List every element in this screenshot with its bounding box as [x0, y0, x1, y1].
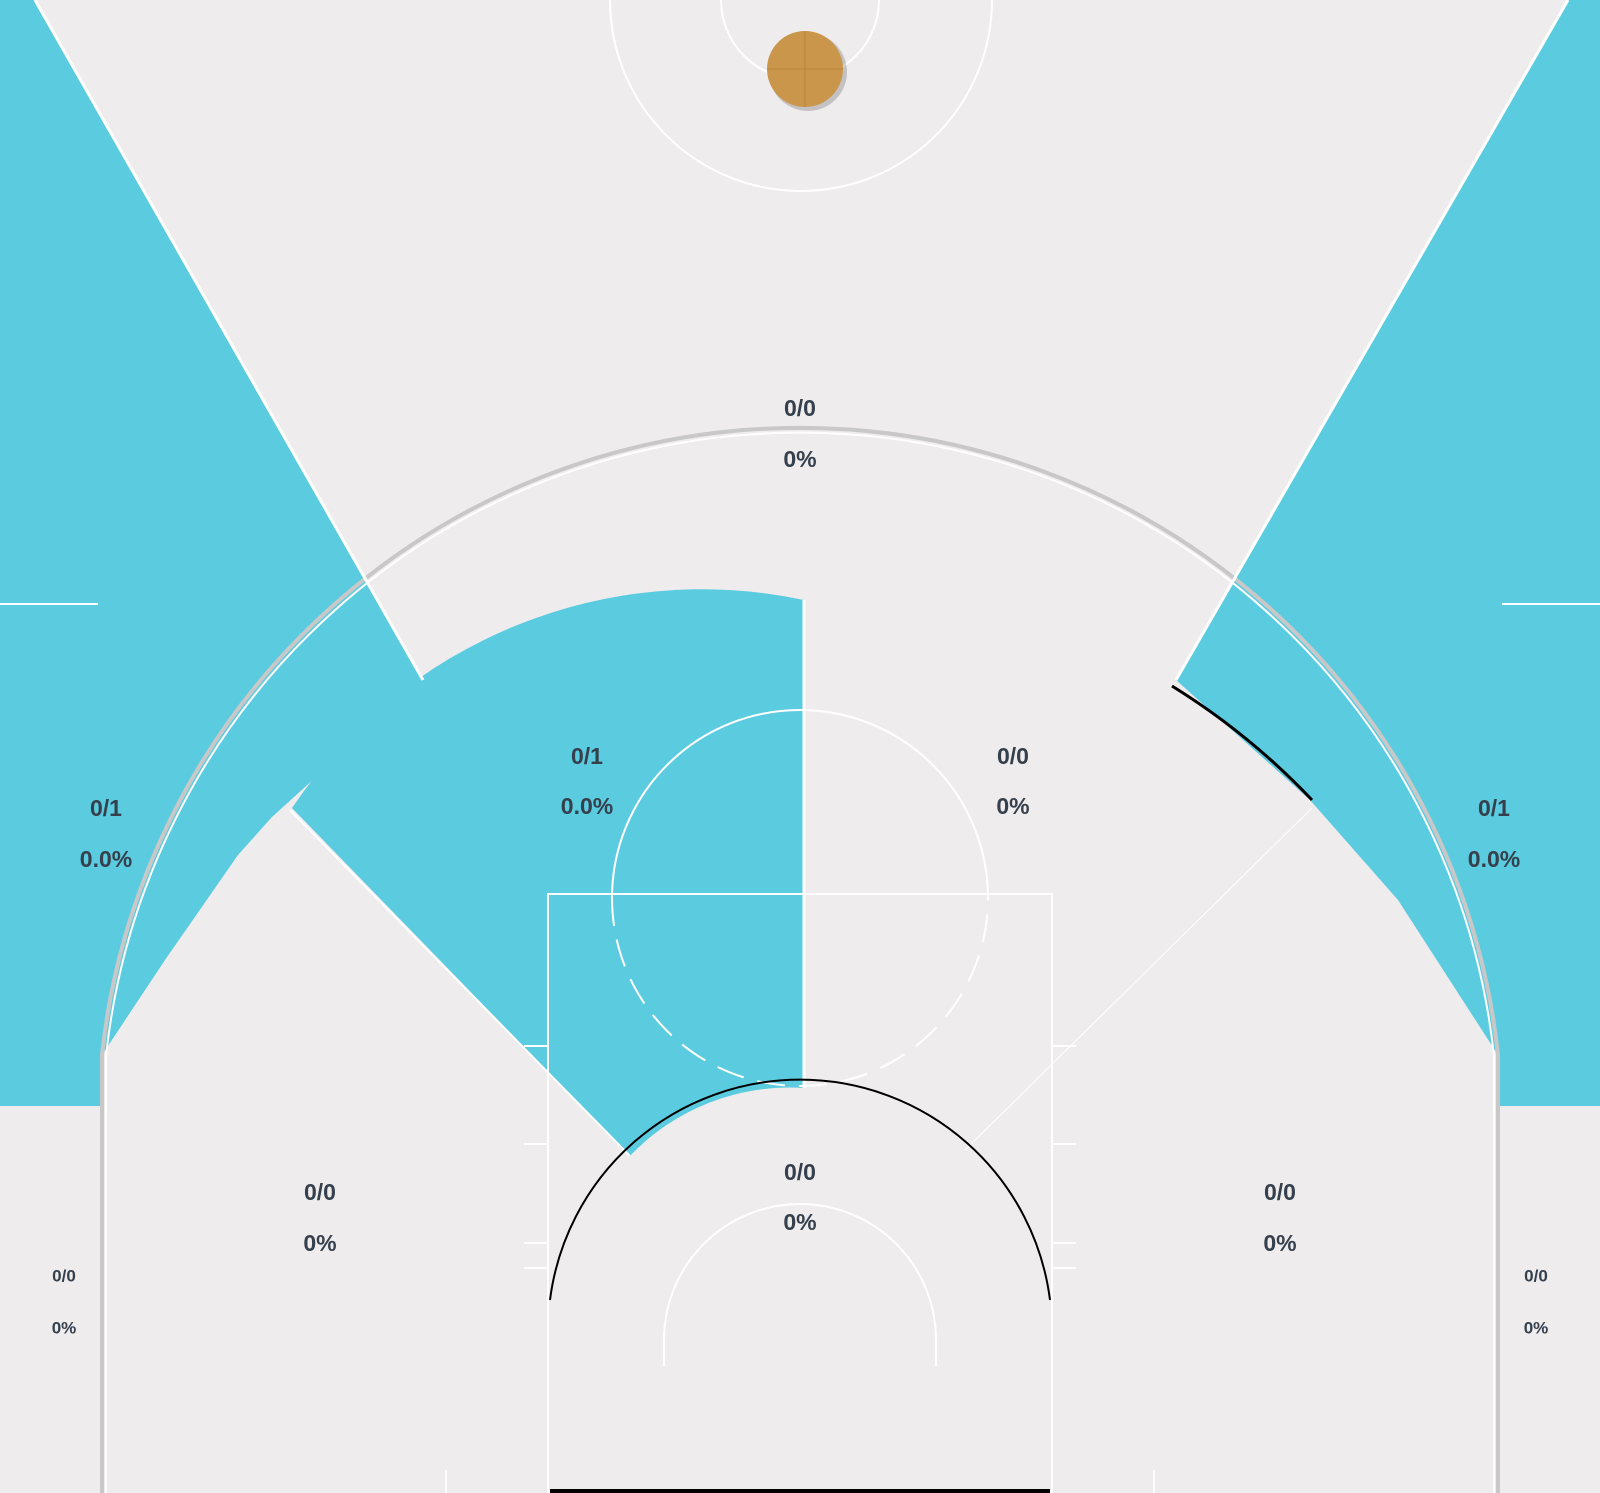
zone-percentage: 0%	[1524, 1318, 1549, 1337]
zone-percentage: 0%	[303, 1230, 336, 1256]
zone-made-attempts: 0/0	[1524, 1266, 1548, 1285]
shot-chart-court: 0/0 0% 0/1 0.0% 0/1 0.0% 0/1 0.0% 0/0 0%…	[0, 0, 1600, 1493]
zone-percentage: 0%	[996, 793, 1029, 819]
zone-made-attempts: 0/0	[784, 395, 816, 421]
zone-made-attempts: 0/0	[304, 1179, 336, 1205]
zone-percentage: 0%	[52, 1318, 77, 1337]
zone-made-attempts: 0/1	[90, 795, 122, 821]
zone-made-attempts: 0/1	[571, 743, 603, 769]
zone-percentage: 0.0%	[561, 793, 613, 819]
zone-made-attempts: 0/1	[1478, 795, 1510, 821]
zone-percentage: 0.0%	[80, 846, 132, 872]
zone-made-attempts: 0/0	[997, 743, 1029, 769]
zone-made-attempts: 0/0	[52, 1266, 76, 1285]
zone-percentage: 0%	[1263, 1230, 1296, 1256]
zone-percentage: 0.0%	[1468, 846, 1520, 872]
zone-made-attempts: 0/0	[1264, 1179, 1296, 1205]
zone-percentage: 0%	[783, 446, 816, 472]
zone-percentage: 0%	[783, 1209, 816, 1235]
zone-made-attempts: 0/0	[784, 1159, 816, 1185]
